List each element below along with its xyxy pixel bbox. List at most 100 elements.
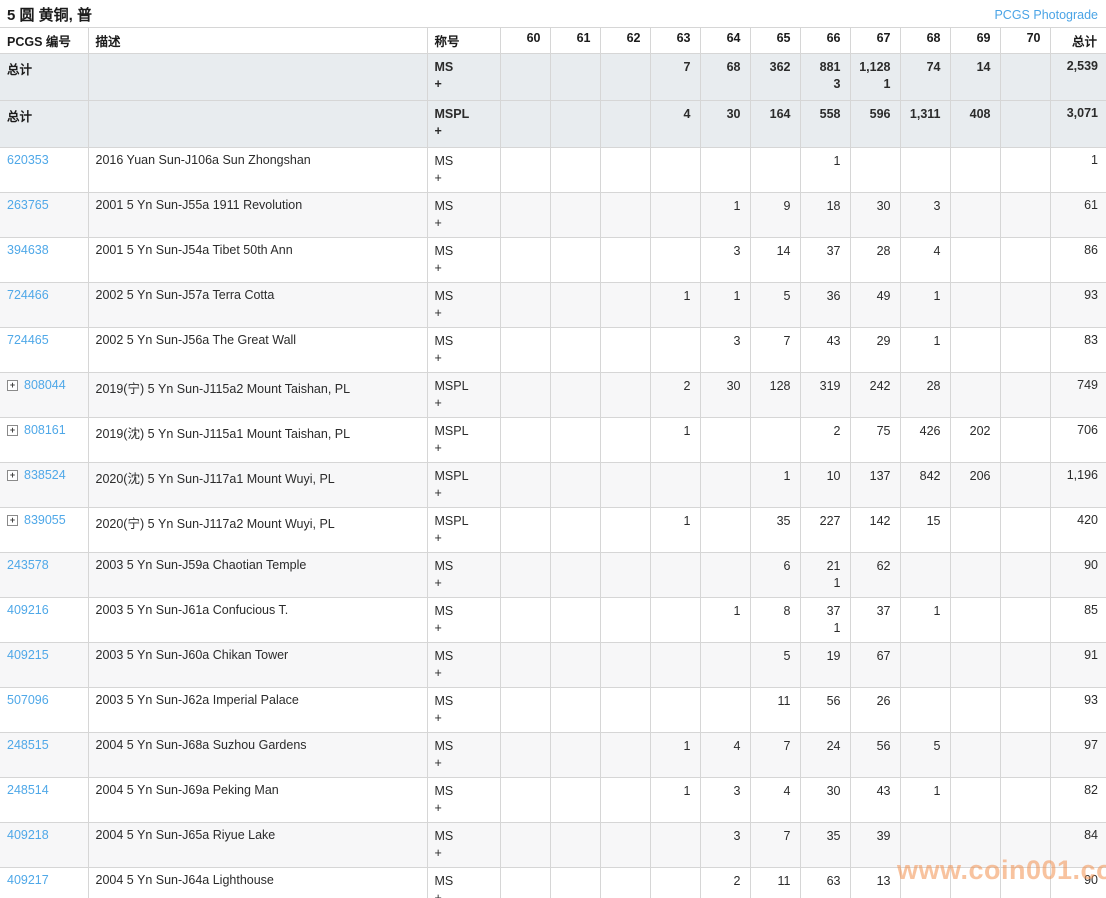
pcgs-number-link[interactable]: 409216 xyxy=(7,603,49,617)
description-text: 2004 5 Yn Sun-J69a Peking Man xyxy=(96,783,279,797)
population-table: PCGS 编号描述称号6061626364656667686970总计 总计MS… xyxy=(0,27,1106,898)
grade-count: 43 xyxy=(803,333,841,350)
grade-cell xyxy=(650,463,700,508)
grade-count: 164 xyxy=(753,106,791,123)
grade-count: 1 xyxy=(703,603,741,620)
grade-count: 56 xyxy=(803,693,841,710)
grade-cell xyxy=(500,418,550,463)
pcgs-number-cell: 724466 xyxy=(0,283,88,328)
pcgs-number-link[interactable]: 409218 xyxy=(7,828,49,842)
grade-count: 3 xyxy=(703,828,741,845)
description-text: 2003 5 Yn Sun-J61a Confucious T. xyxy=(96,603,289,617)
grade-cell xyxy=(900,688,950,733)
grade-cell: 18 xyxy=(800,193,850,238)
grade-cell: 3 xyxy=(900,193,950,238)
grade-cell xyxy=(1000,148,1050,193)
grade-cell: 2 xyxy=(650,373,700,418)
pcgs-number-link[interactable]: 808161 xyxy=(24,423,66,437)
pcgs-number-link[interactable]: 248515 xyxy=(7,738,49,752)
designation-cell: MSPL+ xyxy=(427,418,500,463)
grade-cell xyxy=(950,193,1000,238)
description-text: 2002 5 Yn Sun-J56a The Great Wall xyxy=(96,333,297,347)
pcgs-number-cell: 409217 xyxy=(0,868,88,898)
expand-icon[interactable]: + xyxy=(7,470,18,481)
expand-icon[interactable]: + xyxy=(7,515,18,526)
pcgs-number-link[interactable]: 394638 xyxy=(7,243,49,257)
grade-cell: 319 xyxy=(800,373,850,418)
grade-cell xyxy=(650,328,700,373)
grade-cell xyxy=(500,193,550,238)
pcgs-number-link[interactable]: 263765 xyxy=(7,198,49,212)
table-row: 2485152004 5 Yn Sun-J68a Suzhou GardensM… xyxy=(0,733,1106,778)
pcgs-number-link[interactable]: 507096 xyxy=(7,693,49,707)
grade-cell xyxy=(950,688,1000,733)
pcgs-number-link[interactable]: 724465 xyxy=(7,333,49,347)
plus-grade-count: 1 xyxy=(853,76,891,93)
pcgs-number-link[interactable]: 724466 xyxy=(7,288,49,302)
grade-cell: 408 xyxy=(950,101,1000,148)
pcgs-number-link[interactable]: 248514 xyxy=(7,783,49,797)
grade-cell xyxy=(950,328,1000,373)
grade-count: 30 xyxy=(703,378,741,395)
grade-cell xyxy=(550,598,600,643)
grade-cell: 426 xyxy=(900,418,950,463)
description-text: 2001 5 Yn Sun-J54a Tibet 50th Ann xyxy=(96,243,293,257)
plus-grade-count: 1 xyxy=(803,575,841,592)
pcgs-number-link[interactable]: 839055 xyxy=(24,513,66,527)
grade-cell: 142 xyxy=(850,508,900,553)
description-cell: 2003 5 Yn Sun-J62a Imperial Palace xyxy=(88,688,427,733)
grade-cell: 36 xyxy=(800,283,850,328)
table-row: +8385242020(沈) 5 Yn Sun-J117a1 Mount Wuy… xyxy=(0,463,1106,508)
grade-cell xyxy=(950,553,1000,598)
pcgs-number-cell: 243578 xyxy=(0,553,88,598)
designation-plus-line: + xyxy=(435,76,492,93)
expand-icon[interactable]: + xyxy=(7,425,18,436)
grade-cell: 211 xyxy=(800,553,850,598)
table-row: 7244652002 5 Yn Sun-J56a The Great WallM… xyxy=(0,328,1106,373)
grade-cell xyxy=(1000,643,1050,688)
grade-cell: 9 xyxy=(750,193,800,238)
pcgs-number-link[interactable]: 808044 xyxy=(24,378,66,392)
grade-cell: 1,1281 xyxy=(850,54,900,101)
pcgs-number-link[interactable]: 243578 xyxy=(7,558,49,572)
grade-cell xyxy=(550,688,600,733)
grade-cell xyxy=(1000,553,1050,598)
grade-count: 9 xyxy=(753,198,791,215)
column-header: 60 xyxy=(500,28,550,54)
grade-cell xyxy=(550,238,600,283)
grade-cell xyxy=(550,418,600,463)
table-row: +8081612019(沈) 5 Yn Sun-J115a1 Mount Tai… xyxy=(0,418,1106,463)
grade-count: 596 xyxy=(853,106,891,123)
grade-cell xyxy=(1000,193,1050,238)
grade-cell xyxy=(600,418,650,463)
grade-cell xyxy=(500,148,550,193)
column-header: 总计 xyxy=(1050,28,1106,54)
grade-cell: 4 xyxy=(750,778,800,823)
pcgs-number-link[interactable]: 409217 xyxy=(7,873,49,887)
grade-count: 63 xyxy=(803,873,841,890)
grade-cell: 242 xyxy=(850,373,900,418)
grade-cell xyxy=(500,868,550,898)
grade-cell: 5 xyxy=(900,733,950,778)
photograde-link[interactable]: PCGS Photograde xyxy=(994,8,1098,22)
pcgs-number-link[interactable]: 409215 xyxy=(7,648,49,662)
description-cell: 2019(宁) 5 Yn Sun-J115a2 Mount Taishan, P… xyxy=(88,373,427,418)
grade-cell xyxy=(500,823,550,868)
pcgs-number-link[interactable]: 620353 xyxy=(7,153,49,167)
row-total-cell: 84 xyxy=(1050,823,1106,868)
expand-icon[interactable]: + xyxy=(7,380,18,391)
grade-cell xyxy=(1000,54,1050,101)
grade-cell xyxy=(950,598,1000,643)
grade-cell: 842 xyxy=(900,463,950,508)
designation-cell: MSPL+ xyxy=(427,463,500,508)
designation-plus-line: + xyxy=(435,755,492,772)
pcgs-number-link[interactable]: 838524 xyxy=(24,468,66,482)
grade-count: 4 xyxy=(753,783,791,800)
grade-cell xyxy=(950,283,1000,328)
designation-plus-line: + xyxy=(435,845,492,862)
pcgs-number-cell: 724465 xyxy=(0,328,88,373)
grade-cell: 5 xyxy=(750,643,800,688)
table-row: 4092152003 5 Yn Sun-J60a Chikan TowerMS+… xyxy=(0,643,1106,688)
designation-line: MS xyxy=(435,738,492,755)
table-row: 6203532016 Yuan Sun-J106a Sun ZhongshanM… xyxy=(0,148,1106,193)
